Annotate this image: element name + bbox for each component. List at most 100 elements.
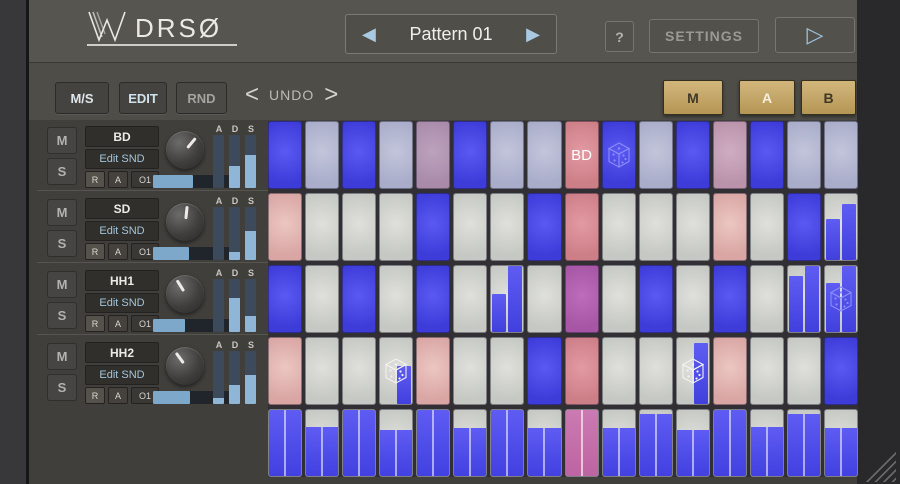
velocity-step-10[interactable] [601,409,636,477]
step-hh2-6[interactable] [453,337,488,405]
track-r-button[interactable]: R [85,387,105,404]
step-hh2-10[interactable] [601,337,636,405]
step-hh1-3[interactable] [342,265,377,333]
env-meter-d[interactable] [229,207,240,260]
track-a-button[interactable]: A [108,243,128,260]
track-r-button[interactable]: R [85,171,105,188]
step-hh2-16[interactable] [823,337,858,405]
velocity-step-4[interactable] [379,409,414,477]
env-meter-s[interactable] [245,279,256,332]
edit-sound-button[interactable]: Edit SND [85,293,159,313]
step-hh2-1[interactable] [268,337,303,405]
step-hh2-8[interactable] [527,337,562,405]
step-hh2-14[interactable] [749,337,784,405]
step-bd-9[interactable]: BD [564,121,599,189]
step-hh1-5[interactable] [416,265,451,333]
env-meter-d[interactable] [229,279,240,332]
track-r-button[interactable]: R [85,315,105,332]
step-bd-8[interactable] [527,121,562,189]
step-bd-15[interactable] [786,121,821,189]
step-bd-13[interactable] [712,121,747,189]
env-meter-a[interactable] [213,279,224,332]
step-hh1-6[interactable] [453,265,488,333]
bank-a-button[interactable]: A [739,80,795,115]
step-sd-12[interactable] [675,193,710,261]
env-meter-s[interactable] [245,351,256,404]
help-button[interactable]: ? [605,21,634,52]
env-meter-s[interactable] [245,207,256,260]
track-knob[interactable] [166,347,204,385]
track-a-button[interactable]: A [108,171,128,188]
velocity-step-1[interactable] [268,409,303,477]
play-button[interactable]: ▷ [775,17,855,53]
step-sd-1[interactable] [268,193,303,261]
step-hh1-10[interactable] [601,265,636,333]
step-hh2-9[interactable] [564,337,599,405]
step-hh1-14[interactable] [749,265,784,333]
velocity-step-3[interactable] [342,409,377,477]
step-sd-5[interactable] [416,193,451,261]
step-bd-16[interactable] [823,121,858,189]
settings-button[interactable]: SETTINGS [649,19,759,53]
edit-sound-button[interactable]: Edit SND [85,149,159,169]
edit-sound-button[interactable]: Edit SND [85,221,159,241]
step-sd-11[interactable] [638,193,673,261]
step-sd-16[interactable] [823,193,858,261]
step-hh2-7[interactable] [490,337,525,405]
step-sd-2[interactable] [305,193,340,261]
velocity-step-8[interactable] [527,409,562,477]
velocity-step-12[interactable] [675,409,710,477]
step-hh2-13[interactable] [712,337,747,405]
velocity-step-15[interactable] [786,409,821,477]
step-hh1-7[interactable] [490,265,525,333]
velocity-step-14[interactable] [749,409,784,477]
track-a-button[interactable]: A [108,387,128,404]
track-mute-button[interactable]: M [47,343,77,370]
track-mute-button[interactable]: M [47,127,77,154]
env-meter-s[interactable] [245,135,256,188]
pattern-selector[interactable]: ◀ Pattern 01 ▶ [345,14,557,54]
velocity-step-5[interactable] [416,409,451,477]
velocity-step-2[interactable] [305,409,340,477]
track-solo-button[interactable]: S [47,302,77,329]
bank-b-button[interactable]: B [801,80,856,115]
step-hh1-15[interactable] [786,265,821,333]
step-hh1-1[interactable] [268,265,303,333]
step-sd-15[interactable] [786,193,821,261]
env-meter-a[interactable] [213,207,224,260]
step-bd-10[interactable] [601,121,636,189]
step-bd-3[interactable] [342,121,377,189]
velocity-step-6[interactable] [453,409,488,477]
step-hh1-4[interactable] [379,265,414,333]
step-hh2-4[interactable] [379,337,414,405]
step-hh2-5[interactable] [416,337,451,405]
track-r-button[interactable]: R [85,243,105,260]
track-solo-button[interactable]: S [47,158,77,185]
step-hh1-11[interactable] [638,265,673,333]
step-bd-4[interactable] [379,121,414,189]
step-hh1-2[interactable] [305,265,340,333]
step-hh1-16[interactable] [823,265,858,333]
step-hh1-12[interactable] [675,265,710,333]
env-meter-d[interactable] [229,135,240,188]
track-knob[interactable] [166,203,204,241]
step-hh2-11[interactable] [638,337,673,405]
step-hh1-9[interactable] [564,265,599,333]
step-sd-6[interactable] [453,193,488,261]
pattern-prev-icon[interactable]: ◀ [362,25,376,43]
step-sd-3[interactable] [342,193,377,261]
step-sd-10[interactable] [601,193,636,261]
step-sd-8[interactable] [527,193,562,261]
step-bd-2[interactable] [305,121,340,189]
track-knob[interactable] [166,275,204,313]
track-solo-button[interactable]: S [47,230,77,257]
env-meter-d[interactable] [229,351,240,404]
pattern-next-icon[interactable]: ▶ [526,25,540,43]
pattern-label[interactable]: Pattern 01 [409,24,492,45]
velocity-step-13[interactable] [712,409,747,477]
step-bd-5[interactable] [416,121,451,189]
velocity-step-11[interactable] [638,409,673,477]
undo-back-icon[interactable]: < [245,83,259,107]
resize-grip-icon[interactable] [860,448,896,482]
env-meter-a[interactable] [213,135,224,188]
